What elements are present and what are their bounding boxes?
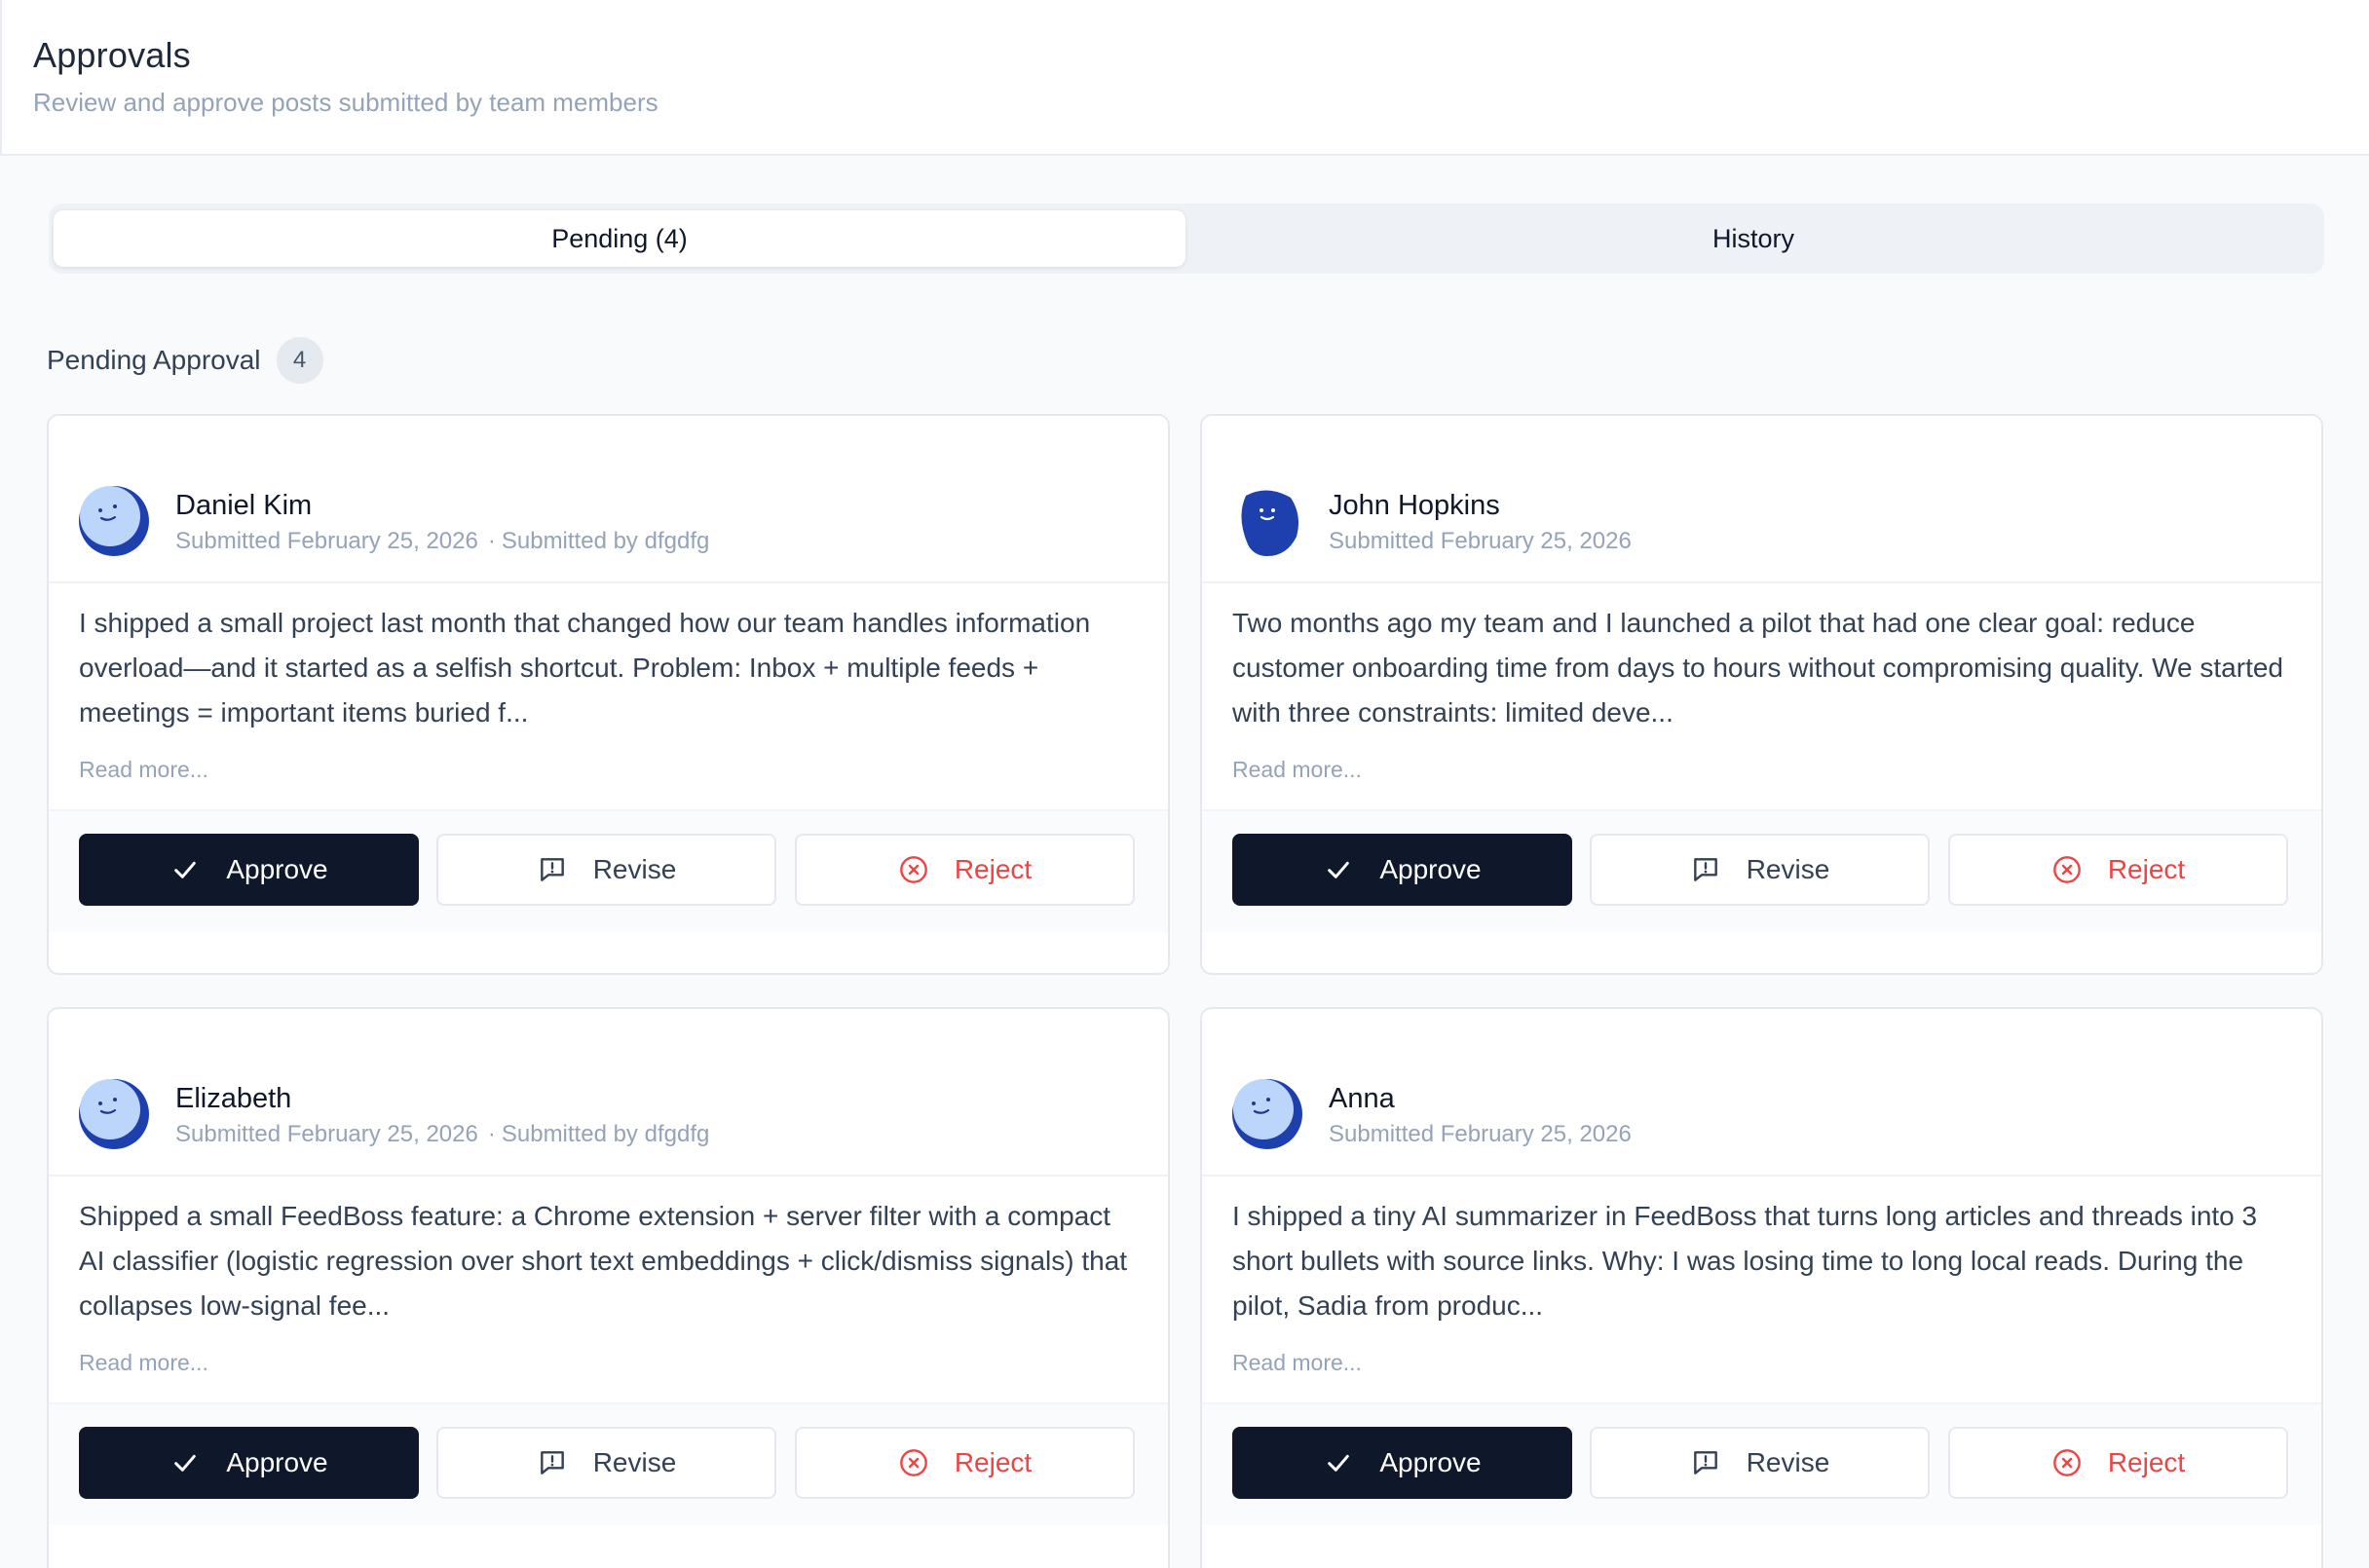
avatar-icon: [79, 1079, 149, 1149]
submitted-date: Submitted February 25, 2026: [1329, 528, 1632, 554]
submitted-date: Submitted February 25, 2026: [175, 528, 478, 554]
approve-button[interactable]: Approve: [79, 834, 419, 906]
approve-label: Approve: [226, 854, 328, 884]
approve-button[interactable]: Approve: [1232, 1427, 1572, 1499]
section-header: Pending Approval 4: [47, 336, 323, 385]
meta-separator: ·: [487, 1121, 496, 1147]
check-icon: [174, 1454, 197, 1472]
message-alert-icon: [540, 858, 564, 881]
post-actions: Approve Revise Reject: [1202, 809, 2321, 932]
approve-button[interactable]: Approve: [79, 1427, 419, 1499]
post-excerpt: I shipped a small project last month tha…: [79, 608, 1091, 728]
post-card: Anna Submitted February 25, 2026 I shipp…: [1200, 1007, 2323, 1568]
reject-label: Reject: [2107, 854, 2186, 884]
approve-button[interactable]: Approve: [1232, 834, 1572, 906]
message-alert-icon: [540, 1451, 564, 1475]
reject-button[interactable]: Reject: [795, 834, 1135, 906]
submitted-date: Submitted February 25, 2026: [175, 1121, 478, 1147]
revise-button[interactable]: Revise: [436, 1427, 776, 1499]
approve-label: Approve: [1379, 1447, 1482, 1477]
reject-button[interactable]: Reject: [1948, 1427, 2288, 1499]
tab-pending[interactable]: Pending (4): [54, 210, 1185, 267]
section-title: Pending Approval: [47, 345, 261, 375]
revise-label: Revise: [592, 1447, 677, 1477]
x-circle-icon: [899, 856, 927, 883]
approve-label: Approve: [226, 1447, 328, 1477]
tab-history[interactable]: History: [1187, 210, 2319, 267]
author-name: John Hopkins: [1329, 490, 1500, 521]
read-more-link[interactable]: Read more...: [1232, 1350, 1362, 1376]
reject-label: Reject: [954, 854, 1033, 884]
read-more-link[interactable]: Read more...: [79, 1350, 208, 1376]
revise-button[interactable]: Revise: [436, 834, 776, 906]
message-alert-icon: [1693, 858, 1717, 881]
post-actions: Approve Revise Reject: [1202, 1402, 2321, 1525]
x-circle-icon: [2052, 856, 2081, 883]
read-more-link[interactable]: Read more...: [1232, 757, 1362, 783]
author-name: Elizabeth: [175, 1083, 292, 1114]
x-circle-icon: [2052, 1449, 2081, 1476]
meta-separator: ·: [487, 528, 496, 554]
post-card: John Hopkins Submitted February 25, 2026…: [1200, 414, 2323, 975]
page-title: Approvals: [33, 35, 191, 75]
post-excerpt: Two months ago my team and I launched a …: [1232, 608, 2283, 728]
page-subtitle: Review and approve posts submitted by te…: [33, 88, 658, 117]
post-card-header: Daniel Kim Submitted February 25, 2026 · S…: [49, 416, 1168, 583]
avatar-icon: [1232, 1079, 1302, 1149]
x-circle-icon: [899, 1449, 927, 1476]
post-card-header: Anna Submitted February 25, 2026: [1202, 1009, 2321, 1176]
post-card-header: John Hopkins Submitted February 25, 2026: [1202, 416, 2321, 583]
avatar-icon: [1241, 490, 1298, 556]
author-name: Daniel Kim: [175, 490, 313, 521]
submitted-by: Submitted by dfgdfg: [501, 1121, 710, 1147]
revise-button[interactable]: Revise: [1590, 834, 1930, 906]
check-icon: [174, 861, 197, 878]
tab-list: Pending (4) History: [49, 204, 2324, 274]
post-meta: Submitted February 25, 2026: [1329, 528, 1632, 555]
revise-label: Revise: [1746, 854, 1830, 884]
post-meta: Submitted February 25, 2026 · Submitted by…: [175, 1121, 709, 1148]
author-name: Anna: [1329, 1083, 1395, 1114]
post-actions: Approve Revise Reject: [49, 1402, 1168, 1525]
post-excerpt: Shipped a small FeedBoss feature: a Chro…: [79, 1201, 1128, 1321]
reject-label: Reject: [2107, 1447, 2186, 1477]
reject-label: Reject: [954, 1447, 1033, 1477]
post-card: Elizabeth Submitted February 25, 2026 · Su…: [47, 1007, 1170, 1568]
check-icon: [1328, 861, 1350, 878]
submitted-date: Submitted February 25, 2026: [1329, 1121, 1632, 1147]
check-icon: [1328, 1454, 1350, 1472]
reject-button[interactable]: Reject: [795, 1427, 1135, 1499]
count-badge: 4: [276, 337, 323, 384]
revise-button[interactable]: Revise: [1590, 1427, 1930, 1499]
post-meta: Submitted February 25, 2026 · Submitted by…: [175, 528, 709, 555]
post-card: Daniel Kim Submitted February 25, 2026 · S…: [47, 414, 1170, 975]
reject-button[interactable]: Reject: [1948, 834, 2288, 906]
page-header: Approvals Review and approve posts submi…: [0, 0, 2369, 156]
post-excerpt: I shipped a tiny AI summarizer in FeedBo…: [1232, 1201, 2258, 1321]
revise-label: Revise: [1746, 1447, 1830, 1477]
post-meta: Submitted February 25, 2026: [1329, 1121, 1632, 1148]
message-alert-icon: [1693, 1451, 1717, 1475]
post-card-header: Elizabeth Submitted February 25, 2026 · Su…: [49, 1009, 1168, 1176]
revise-label: Revise: [592, 854, 677, 884]
avatar-icon: [79, 486, 149, 556]
post-actions: Approve Revise Reject: [49, 809, 1168, 932]
approve-label: Approve: [1379, 854, 1482, 884]
submitted-by: Submitted by dfgdfg: [501, 528, 710, 554]
read-more-link[interactable]: Read more...: [79, 757, 208, 783]
